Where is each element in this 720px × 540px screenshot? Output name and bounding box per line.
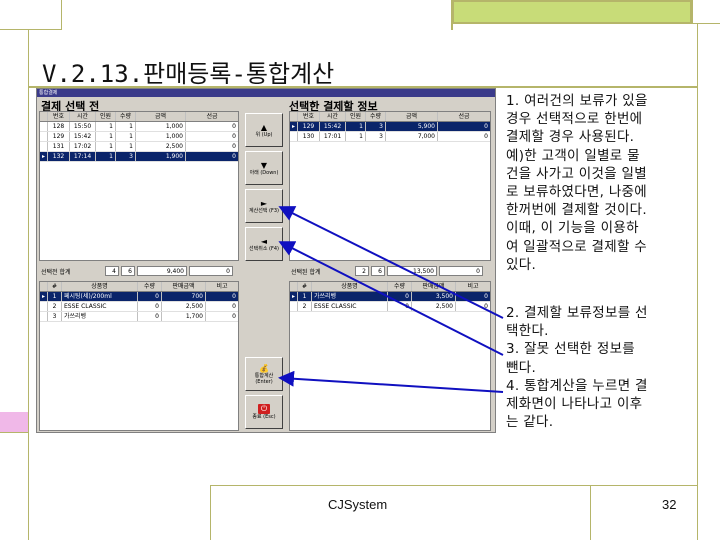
arrow-to-release-button xyxy=(278,241,504,356)
arrow-to-select-button xyxy=(278,206,504,319)
page-number: 32 xyxy=(662,497,677,512)
explanation-part-1: 1. 여러건의 보류가 있을 경우 선택적으로 한번에 결제할 경우 사용된다.… xyxy=(506,93,648,273)
explanation-part-2: 2. 결제할 보류정보를 선 택한다. 3. 잘못 선택한 정보를 뺀다. 4.… xyxy=(506,305,648,431)
arrow-to-merge-button xyxy=(278,370,504,393)
footer-company: CJSystem xyxy=(328,497,388,512)
